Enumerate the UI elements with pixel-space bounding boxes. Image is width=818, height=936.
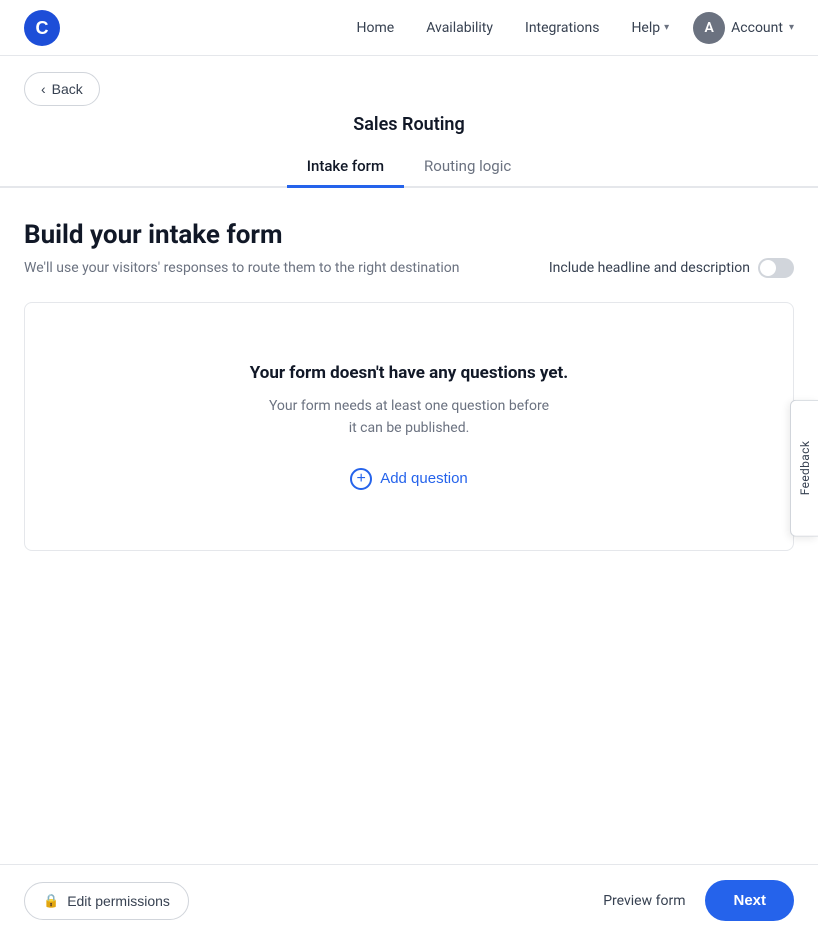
- back-arrow-icon: ‹: [41, 81, 46, 97]
- bottom-bar: 🔒 Edit permissions Preview form Next: [0, 864, 818, 936]
- form-heading: Build your intake form: [24, 220, 794, 250]
- logo[interactable]: C: [24, 10, 60, 46]
- nav-help[interactable]: Help ▾: [631, 20, 669, 36]
- nav-availability[interactable]: Availability: [426, 20, 493, 36]
- nav-integrations[interactable]: Integrations: [525, 20, 599, 36]
- headline-toggle[interactable]: [758, 258, 794, 278]
- main-content: Build your intake form We'll use your vi…: [0, 188, 818, 551]
- page-title: Sales Routing: [353, 114, 464, 135]
- feedback-label: Feedback: [798, 441, 812, 496]
- back-button[interactable]: ‹ Back: [24, 72, 100, 106]
- help-chevron-icon: ▾: [664, 22, 669, 33]
- form-subheading-row: We'll use your visitors' responses to ro…: [24, 258, 794, 278]
- avatar: A: [693, 12, 725, 44]
- form-card-description: Your form needs at least one question be…: [49, 395, 769, 440]
- tab-routing-logic[interactable]: Routing logic: [404, 147, 531, 188]
- account-chevron-icon: ▾: [789, 22, 794, 33]
- form-card: Your form doesn't have any questions yet…: [24, 302, 794, 551]
- add-question-button[interactable]: + Add question: [350, 468, 468, 490]
- tab-intake-form[interactable]: Intake form: [287, 147, 404, 188]
- form-card-title: Your form doesn't have any questions yet…: [49, 363, 769, 383]
- headline-toggle-label: Include headline and description: [549, 258, 794, 278]
- nav-account[interactable]: A Account ▾: [693, 12, 794, 44]
- bottom-right: Preview form Next: [603, 880, 794, 921]
- lock-icon: 🔒: [43, 893, 59, 909]
- account-label: Account: [731, 20, 783, 36]
- form-subheading: We'll use your visitors' responses to ro…: [24, 260, 533, 276]
- nav-home[interactable]: Home: [357, 20, 395, 36]
- navbar: C Home Availability Integrations Help ▾ …: [0, 0, 818, 56]
- nav-links: Home Availability Integrations Help ▾: [357, 20, 670, 36]
- tabs-section: Intake form Routing logic: [0, 147, 818, 188]
- feedback-sidebar[interactable]: Feedback: [790, 400, 818, 537]
- edit-permissions-button[interactable]: 🔒 Edit permissions: [24, 882, 189, 920]
- add-question-icon: +: [350, 468, 372, 490]
- svg-text:C: C: [36, 18, 49, 38]
- page-title-section: Sales Routing: [0, 114, 818, 135]
- preview-form-link[interactable]: Preview form: [603, 893, 685, 909]
- next-button[interactable]: Next: [705, 880, 794, 921]
- back-section: ‹ Back: [0, 56, 818, 122]
